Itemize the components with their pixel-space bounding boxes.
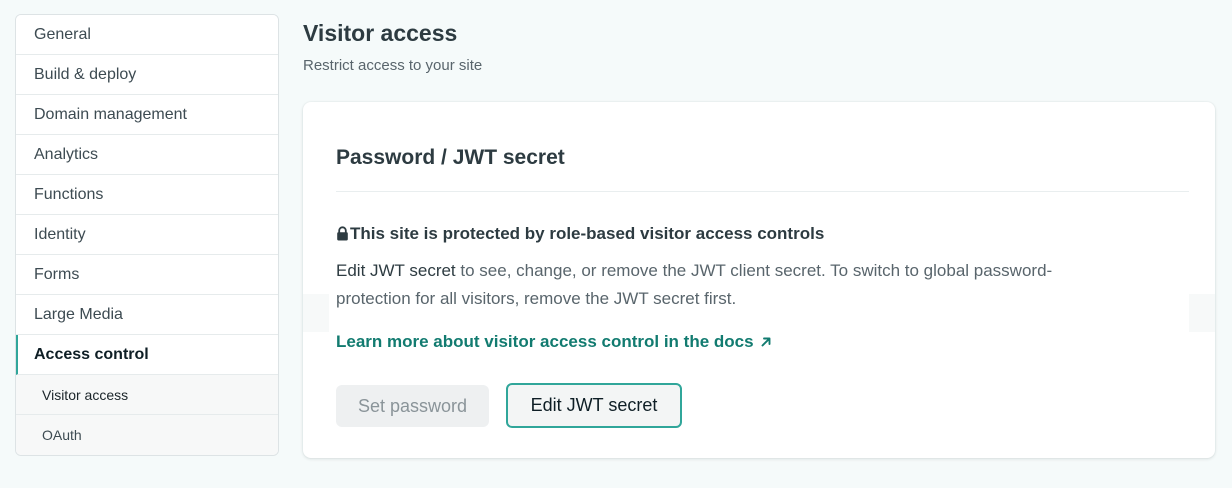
settings-sidebar: General Build & deploy Domain management…: [15, 14, 279, 456]
card-title: Password / JWT secret: [336, 146, 565, 169]
sidebar-item-forms[interactable]: Forms: [16, 255, 278, 295]
sidebar-subitem-oauth[interactable]: OAuth: [16, 415, 278, 455]
docs-link-label: Learn more about visitor access control …: [336, 332, 754, 351]
sidebar-subitem-visitor-access[interactable]: Visitor access: [16, 375, 278, 415]
lock-icon: [337, 225, 348, 240]
sidebar-item-build-deploy[interactable]: Build & deploy: [16, 55, 278, 95]
sidebar-item-large-media[interactable]: Large Media: [16, 295, 278, 335]
card-divider: [336, 191, 1189, 192]
password-jwt-card: Password / JWT secret This site is prote…: [303, 102, 1215, 458]
set-password-button[interactable]: Set password: [336, 385, 489, 427]
docs-link[interactable]: Learn more about visitor access control …: [336, 332, 772, 352]
protection-notice-body: Edit JWT secret to see, change, or remov…: [336, 257, 1076, 313]
sidebar-item-domain-management[interactable]: Domain management: [16, 95, 278, 135]
page: General Build & deploy Domain management…: [0, 0, 1232, 488]
sidebar-item-functions[interactable]: Functions: [16, 175, 278, 215]
sidebar-item-identity[interactable]: Identity: [16, 215, 278, 255]
notice-body-emphasis: Edit JWT secret: [336, 261, 456, 280]
protection-notice-title: This site is protected by role-based vis…: [336, 224, 824, 244]
sidebar-item-general[interactable]: General: [16, 15, 278, 55]
page-title: Visitor access: [303, 20, 458, 46]
sidebar-item-access-control[interactable]: Access control: [16, 335, 278, 375]
page-subtitle: Restrict access to your site: [303, 57, 483, 74]
protection-notice-text: This site is protected by role-based vis…: [350, 224, 825, 243]
edit-jwt-secret-button[interactable]: Edit JWT secret: [506, 383, 682, 428]
arrow-up-right-icon: [761, 337, 771, 347]
sidebar-item-analytics[interactable]: Analytics: [16, 135, 278, 175]
